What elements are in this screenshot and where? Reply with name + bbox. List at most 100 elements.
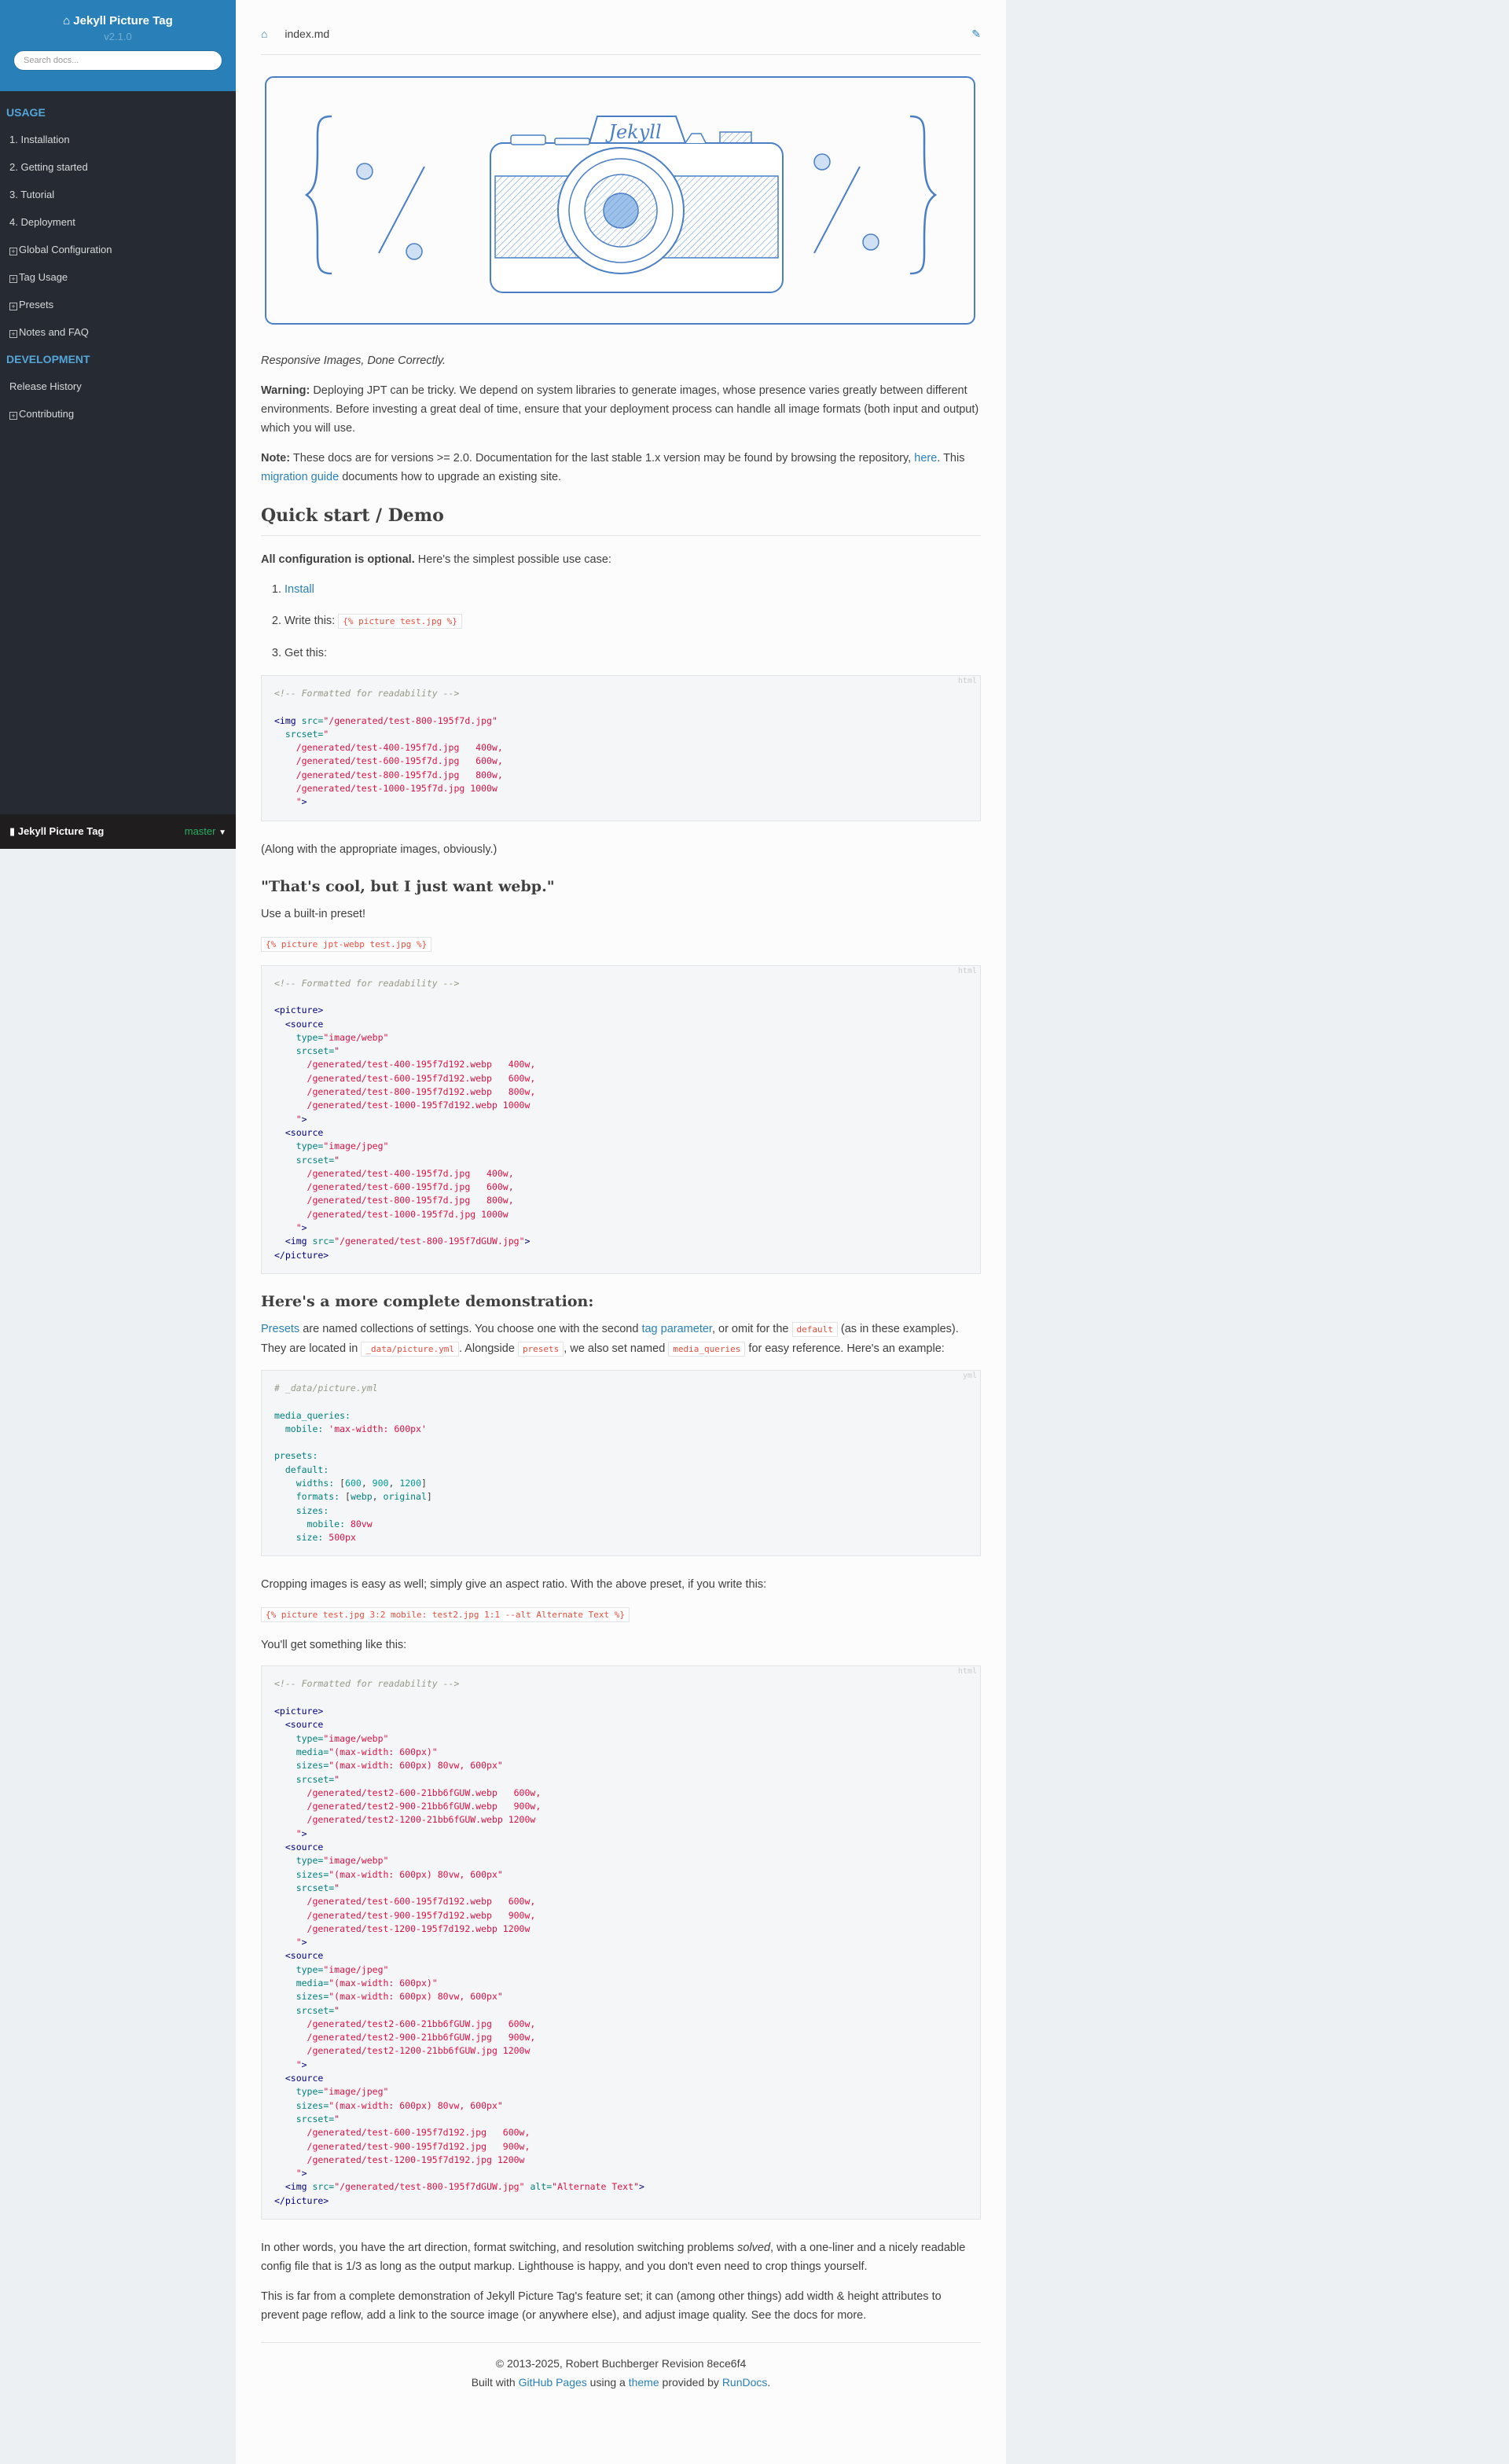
final-paragraph: This is far from a complete demonstratio…: [261, 2290, 942, 2323]
tag-parameter-link[interactable]: tag parameter: [641, 1323, 711, 1335]
home-icon[interactable]: ⌂: [261, 28, 267, 40]
sidebar-item-global-configuration[interactable]: + Global Configuration: [0, 236, 236, 263]
github-pages-link[interactable]: GitHub Pages: [519, 2376, 587, 2389]
inline-code: presets: [517, 1341, 564, 1357]
nav-caption-development: DEVELOPMENT: [6, 353, 90, 365]
branch-label: master: [184, 825, 216, 837]
inline-code: default: [791, 1321, 838, 1337]
sidebar-item-deployment[interactable]: 4. Deployment: [0, 208, 236, 236]
presets-paragraph: Presets are named collections of setting…: [261, 1320, 981, 1359]
presets-link[interactable]: Presets: [261, 1323, 299, 1335]
inline-code: _data/picture.yml: [361, 1341, 459, 1357]
sidebar-item-tag-usage[interactable]: + Tag Usage: [0, 263, 236, 291]
theme-link[interactable]: theme: [629, 2376, 659, 2389]
version-label: v2.1.0: [104, 31, 132, 42]
sidebar-item-installation[interactable]: 1. Installation: [0, 126, 236, 153]
tagline: Responsive Images, Done Correctly.: [261, 354, 446, 367]
hero-label: Jekyll: [604, 121, 661, 143]
quickstart-steps: Install Write this: {% picture test.jpg …: [261, 580, 981, 663]
code-block-webp-output: html <!-- Formatted for readability --> …: [261, 964, 981, 1274]
expand-icon: +: [9, 330, 17, 338]
page-footer: © 2013-2025, Robert Buchberger Revision …: [261, 2342, 981, 2392]
footer-project-name: Jekyll Picture Tag: [17, 825, 105, 837]
note-text-2: . This: [937, 452, 965, 465]
sidebar-nav: USAGE 1. Installation 2. Getting started…: [0, 91, 236, 435]
sidebar-item-release-history[interactable]: Release History: [0, 373, 236, 400]
code-lang-label: html: [957, 677, 977, 685]
webp-text: Use a built-in preset!: [261, 907, 365, 920]
note-text: These docs are for versions >= 2.0. Docu…: [292, 452, 912, 465]
summary-paragraph: In other words, you have the art directi…: [261, 2238, 981, 2276]
copyright: © 2013-2025, Robert Buchberger Revision …: [495, 2357, 747, 2370]
sidebar-item-presets[interactable]: + Presets: [0, 291, 236, 318]
home-icon: ⌂: [63, 14, 71, 28]
inline-code: media_queries: [668, 1341, 746, 1357]
step-text: Write this:: [285, 615, 336, 627]
warning-paragraph: Warning: Deploying JPT can be tricky. We…: [261, 381, 981, 438]
here-link[interactable]: here: [914, 452, 937, 465]
text: , we also set named: [564, 1342, 666, 1355]
code-content: <!-- Formatted for readability --> <pict…: [274, 1678, 644, 2206]
webp-heading: "That's cool, but I just want webp.": [261, 877, 555, 895]
list-item: Install: [285, 580, 981, 599]
expand-icon: +: [9, 248, 17, 255]
text: .: [767, 2376, 771, 2389]
code-block-yml-config: yml # _data/picture.yml media_queries: m…: [261, 1369, 981, 1557]
complete-demo-heading: Here's a more complete demonstration:: [261, 1292, 594, 1310]
rundocs-link[interactable]: RunDocs: [722, 2376, 768, 2389]
note-label: Note:: [261, 452, 291, 465]
sidebar-header: ⌂ Jekyll Picture Tag v2.1.0: [0, 0, 236, 91]
text: In other words, you have the art directi…: [261, 2242, 735, 2255]
built-with: Built with GitHub Pages using a theme pr…: [261, 2373, 981, 2392]
note-text-3: documents how to upgrade an existing sit…: [342, 471, 562, 483]
code-content: <!-- Formatted for readability --> <pict…: [274, 977, 536, 1261]
get-text: You'll get something like this:: [261, 1639, 407, 1652]
breadcrumb: ⌂ index.md ✎: [261, 20, 981, 55]
warning-text: Deploying JPT can be tricky. We depend o…: [261, 384, 979, 435]
book-icon: ▮: [9, 825, 16, 837]
migration-guide-link[interactable]: migration guide: [261, 471, 339, 483]
sidebar-item-label: Contributing: [19, 408, 75, 420]
text: . Alongside: [458, 1342, 515, 1355]
brand-link[interactable]: ⌂ Jekyll Picture Tag: [13, 14, 223, 28]
main-content: ⌂ index.md ✎ Jekyll Responsive Images, D…: [236, 0, 1006, 2464]
code-block-complete-output: html <!-- Formatted for readability --> …: [261, 1665, 981, 2220]
lead-bold: All configuration is optional.: [261, 553, 415, 566]
lead-text: Here's the simplest possible use case:: [417, 553, 611, 566]
emphasis: solved: [737, 2242, 771, 2255]
edit-icon[interactable]: ✎: [971, 20, 981, 47]
sidebar-footer: ▮ Jekyll Picture Tag master ▼: [0, 814, 236, 849]
code-content: # _data/picture.yml media_queries: mobil…: [274, 1382, 432, 1544]
sidebar-item-contributing[interactable]: + Contributing: [0, 400, 236, 428]
version-switcher[interactable]: master ▼: [185, 814, 226, 850]
after-text: (Along with the appropriate images, obvi…: [261, 843, 497, 856]
crop-text: Cropping images is easy as well; simply …: [261, 1578, 767, 1592]
text: Built with: [471, 2376, 516, 2389]
hero-illustration: Jekyll: [265, 76, 975, 325]
text: are named collections of settings. You c…: [303, 1322, 639, 1335]
expand-icon: +: [9, 275, 17, 283]
sidebar-item-tutorial[interactable]: 3. Tutorial: [0, 181, 236, 208]
sidebar-item-label: Notes and FAQ: [19, 326, 89, 338]
code-lang-label: html: [957, 966, 977, 975]
install-link[interactable]: Install: [285, 583, 314, 596]
sidebar: ⌂Jekyll Picture Tag v2.1.0 USAGE 1. Inst…: [0, 0, 236, 849]
text: for easy reference. Here's an example:: [748, 1342, 945, 1355]
expand-icon: +: [9, 412, 17, 420]
caret-down-icon: ▼: [218, 828, 226, 837]
expand-icon: +: [9, 303, 17, 310]
sidebar-item-notes-faq[interactable]: + Notes and FAQ: [0, 318, 236, 346]
text: using a: [589, 2376, 626, 2389]
code-block-simple-output: html <!-- Formatted for readability --> …: [261, 675, 981, 821]
nav-caption-usage: USAGE: [6, 106, 46, 119]
search-input[interactable]: [13, 50, 222, 71]
sidebar-item-label: Global Configuration: [19, 244, 112, 255]
inline-code: {% picture jpt-webp test.jpg %}: [261, 936, 432, 952]
quickstart-heading: Quick start / Demo: [261, 505, 981, 536]
sidebar-item-label: Presets: [19, 299, 54, 310]
sidebar-item-getting-started[interactable]: 2. Getting started: [0, 153, 236, 181]
sidebar-item-label: Tag Usage: [19, 271, 68, 283]
inline-code: {% picture test.jpg %}: [338, 614, 462, 629]
code-content: <!-- Formatted for readability --> <img …: [274, 688, 503, 808]
text: , or omit for the: [711, 1322, 789, 1335]
